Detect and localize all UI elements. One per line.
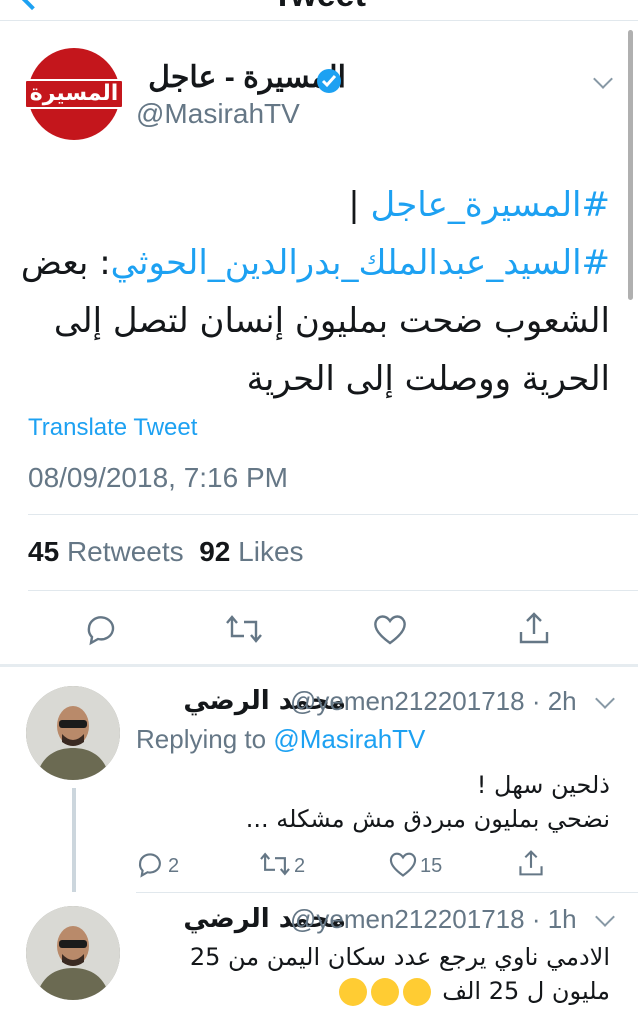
nav-divider bbox=[0, 20, 638, 21]
divider bbox=[136, 892, 638, 893]
retweet-count: 2 bbox=[294, 855, 306, 877]
avatar[interactable] bbox=[26, 906, 120, 1000]
tweet-line: الحرية ووصلت إلى الحرية bbox=[246, 359, 610, 399]
author-handle[interactable]: @yemen212201718 · 2h bbox=[290, 686, 577, 717]
retweet-icon[interactable] bbox=[258, 850, 292, 883]
retweets-stat[interactable]: 45 Retweets bbox=[28, 536, 184, 567]
author-handle[interactable]: @yemen212201718 · 1h bbox=[290, 904, 577, 935]
hashtag-link[interactable]: #السيد_عبدالملك_بدرالدين_الحوثي bbox=[111, 243, 610, 283]
verified-badge-icon bbox=[316, 68, 342, 94]
reply-header: محمد الرضي @yemen212201718 · 2h bbox=[136, 686, 616, 718]
divider bbox=[28, 590, 638, 591]
hashtag-link[interactable]: #المسيرة_عاجل bbox=[370, 185, 610, 225]
like-count: 15 bbox=[420, 855, 443, 877]
reply-action-reply[interactable]: 2 bbox=[136, 850, 179, 883]
retweet-icon[interactable] bbox=[224, 612, 264, 646]
avatar-logo: المسيرة bbox=[23, 79, 125, 109]
engagement-stats: 45 Retweets 92 Likes bbox=[28, 536, 304, 568]
reply-header: محمد الرضي @yemen212201718 · 1h bbox=[136, 904, 616, 936]
likes-stat[interactable]: 92 Likes bbox=[199, 536, 303, 567]
reply-action-like[interactable]: 15 bbox=[388, 850, 442, 883]
author-name[interactable]: المسيرة - عاجل bbox=[136, 60, 346, 100]
heart-icon[interactable] bbox=[372, 612, 408, 646]
avatar[interactable]: المسيرة bbox=[23, 48, 125, 140]
tweet-timestamp: 08/09/2018, 7:16 PM bbox=[28, 462, 288, 493]
nav-title: Tweet bbox=[0, 0, 638, 15]
reply-count: 2 bbox=[168, 855, 180, 877]
avatar[interactable] bbox=[26, 686, 120, 780]
share-icon[interactable] bbox=[518, 610, 550, 646]
face-with-tears-of-joy-icon bbox=[370, 978, 399, 1006]
reply-icon[interactable] bbox=[84, 612, 118, 646]
tweet-line: #السيد_عبدالملك_بدرالدين_الحوثي: بعض bbox=[20, 243, 610, 283]
heart-icon[interactable] bbox=[388, 850, 418, 883]
face-with-tears-of-joy-icon bbox=[338, 978, 367, 1006]
face-with-tears-of-joy-icon bbox=[402, 978, 431, 1006]
scrollbar[interactable] bbox=[628, 30, 633, 300]
replying-to: Replying to @MasirahTV bbox=[136, 724, 426, 754]
author-handle[interactable]: @MasirahTV bbox=[136, 98, 300, 130]
chevron-down-icon[interactable] bbox=[593, 69, 613, 89]
share-icon[interactable] bbox=[518, 848, 544, 883]
reply-icon[interactable] bbox=[136, 850, 164, 883]
reply-text: الادمي ناوي يرجع عدد سكان اليمن من 25 مل… bbox=[189, 943, 610, 1006]
tweet-line: #المسيرة_عاجل | bbox=[348, 185, 610, 225]
translate-tweet-link[interactable]: Translate Tweet bbox=[28, 414, 197, 442]
tweet-line: الشعوب ضحت بمليون إنسان لتصل إلى bbox=[53, 301, 610, 341]
divider bbox=[28, 514, 638, 515]
section-divider bbox=[0, 664, 638, 667]
mention-link[interactable]: @MasirahTV bbox=[273, 724, 425, 754]
thread-line bbox=[72, 788, 76, 892]
reply-text: ذلحين سهل ! نضحي بمليون مبردق مش مشكله .… bbox=[245, 771, 610, 833]
reply-action-retweet[interactable]: 2 bbox=[258, 850, 305, 883]
tweet-text: #المسيرة_عاجل | #السيد_عبدالملك_بدرالدين… bbox=[20, 176, 610, 408]
